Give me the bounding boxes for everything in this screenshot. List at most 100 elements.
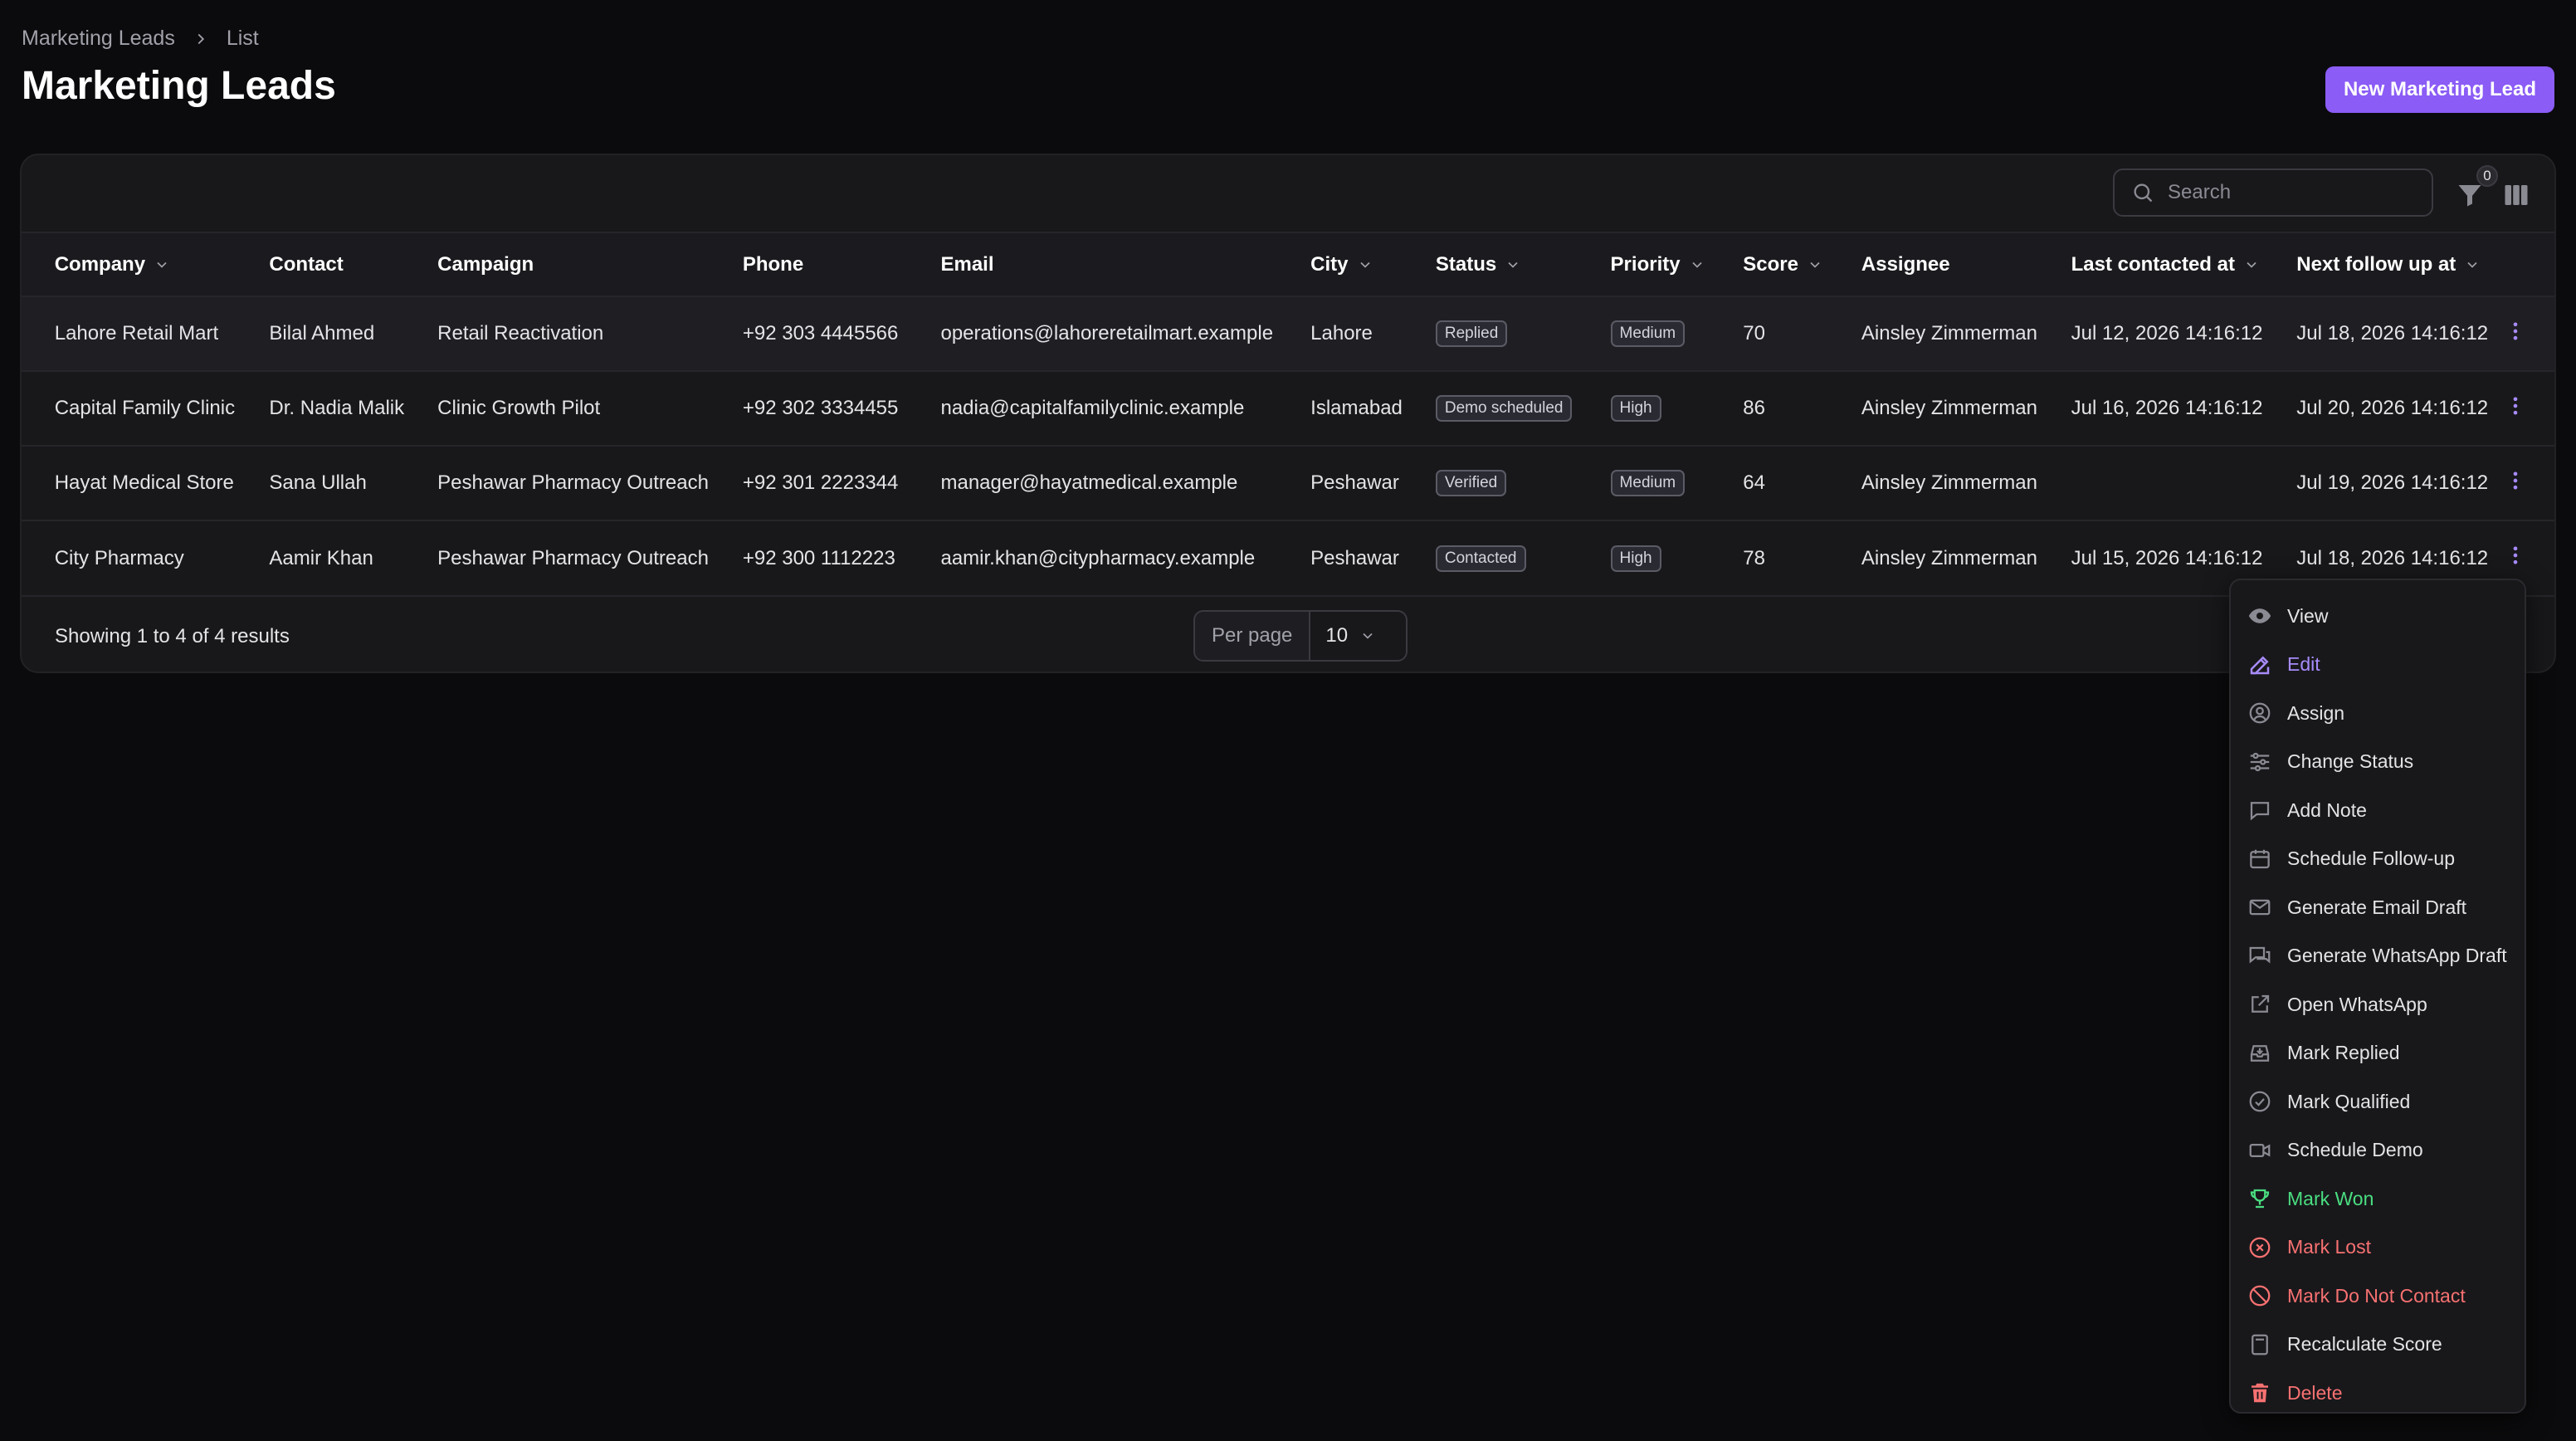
calculator-icon	[2252, 1334, 2268, 1356]
menu-item-label: Change Status	[2287, 750, 2414, 773]
menu-item-generate-whatsapp-draft[interactable]: Generate WhatsApp Draft	[2231, 932, 2525, 981]
cell-score: 64	[1743, 471, 1765, 494]
cell-city: Lahore	[1310, 322, 1373, 344]
menu-item-label: Generate Email Draft	[2287, 896, 2467, 918]
cell-score: 78	[1743, 546, 1765, 569]
menu-item-label: Edit	[2287, 653, 2320, 676]
per-page-label: Per page	[1195, 612, 1311, 660]
cell-email: manager@hayatmedical.example	[940, 471, 1238, 494]
cell-priority: Medium	[1610, 296, 1744, 371]
columns-icon[interactable]	[2501, 180, 2531, 210]
menu-item-delete[interactable]: Delete	[2231, 1369, 2525, 1418]
cell-next-follow-up: Jul 20, 2026 14:16:12	[2296, 397, 2489, 419]
column-header-status[interactable]: Status	[1436, 233, 1611, 296]
more-vertical-icon[interactable]	[2504, 394, 2527, 418]
cell-city: Peshawar	[1310, 546, 1399, 569]
column-header-priority[interactable]: Priority	[1611, 233, 1744, 296]
calendar-icon	[2250, 849, 2270, 868]
column-header-score[interactable]: Score	[1743, 233, 1861, 296]
menu-item-label: Mark Lost	[2287, 1236, 2371, 1258]
priority-badge: Medium	[1610, 320, 1686, 347]
column-header-campaign: Campaign	[437, 252, 534, 276]
row-actions-menu: View Edit Assign Change Status Add Note …	[2229, 579, 2526, 1414]
menu-item-schedule-follow-up[interactable]: Schedule Follow-up	[2231, 835, 2525, 884]
page: Marketing Leads List Marketing Leads New…	[0, 0, 2576, 1441]
table-row[interactable]: City Pharmacy Aamir Khan Peshawar Pharma…	[22, 520, 2554, 595]
cell-campaign: Retail Reactivation	[437, 322, 604, 344]
column-header-city[interactable]: City	[1310, 233, 1436, 296]
table-footer: Showing 1 to 4 of 4 results Per page 10	[22, 595, 2554, 672]
cell-next-follow-up: Jul 18, 2026 14:16:12	[2296, 322, 2489, 344]
menu-item-mark-qualified[interactable]: Mark Qualified	[2231, 1077, 2525, 1126]
cell-city: Islamabad	[1310, 397, 1403, 419]
cell-status: Verified	[1435, 446, 1611, 520]
more-vertical-icon[interactable]	[2504, 469, 2527, 492]
cell-email: aamir.khan@citypharmacy.example	[940, 546, 1256, 569]
menu-item-mark-lost[interactable]: Mark Lost	[2231, 1224, 2525, 1272]
chevron-down-icon	[2247, 261, 2256, 268]
status-badge: Replied	[1435, 320, 1508, 347]
menu-item-label: Mark Won	[2287, 1187, 2374, 1209]
no-symbol-icon	[2249, 1285, 2271, 1307]
cell-next-follow-up: Jul 19, 2026 14:16:12	[2296, 471, 2489, 494]
cell-email: operations@lahoreretailmart.example	[940, 322, 1274, 344]
per-page-value-select[interactable]: 10	[1310, 612, 1376, 660]
cell-status: Contacted	[1435, 520, 1611, 595]
menu-item-change-status[interactable]: Change Status	[2231, 738, 2525, 787]
cell-last-contacted	[2071, 446, 2297, 520]
priority-badge: High	[1610, 545, 1661, 572]
menu-item-add-note[interactable]: Add Note	[2231, 786, 2525, 835]
table-row[interactable]: Hayat Medical Store Sana Ullah Peshawar …	[22, 446, 2554, 520]
search-icon	[2134, 183, 2153, 203]
column-header-company[interactable]: Company	[55, 233, 270, 296]
cell-phone: +92 302 3334455	[742, 397, 899, 419]
filter-count-badge: 0	[2476, 165, 2498, 187]
chevron-down-icon	[157, 261, 167, 268]
table-row[interactable]: Capital Family Clinic Dr. Nadia Malik Cl…	[22, 371, 2554, 446]
menu-item-assign[interactable]: Assign	[2231, 689, 2525, 738]
more-vertical-icon[interactable]	[2504, 320, 2527, 343]
menu-item-generate-email-draft[interactable]: Generate Email Draft	[2231, 883, 2525, 932]
cell-status: Replied	[1435, 296, 1611, 371]
cell-score: 86	[1743, 397, 1765, 419]
status-badge: Verified	[1435, 470, 1507, 496]
trash-icon	[2252, 1384, 2268, 1403]
menu-item-schedule-demo[interactable]: Schedule Demo	[2231, 1126, 2525, 1175]
table-row[interactable]: Lahore Retail Mart Bilal Ahmed Retail Re…	[22, 296, 2554, 371]
column-header-assignee: Assignee	[1861, 252, 1950, 276]
menu-item-open-whatsapp[interactable]: Open WhatsApp	[2231, 980, 2525, 1029]
cell-assignee: Ainsley Zimmerman	[1861, 322, 2037, 344]
per-page-select[interactable]: Per page 10	[1193, 610, 1408, 662]
column-header-phone: Phone	[742, 252, 804, 276]
menu-item-mark-do-not-contact[interactable]: Mark Do Not Contact	[2231, 1272, 2525, 1321]
cell-phone: +92 300 1112223	[742, 546, 895, 569]
column-header-last-contacted[interactable]: Last contacted at	[2071, 233, 2297, 296]
table-header-row: Company Contact Campaign Phone Email Cit…	[22, 233, 2554, 296]
menu-item-label: Generate WhatsApp Draft	[2287, 945, 2507, 967]
menu-item-mark-won[interactable]: Mark Won	[2231, 1175, 2525, 1224]
menu-item-view[interactable]: View	[2231, 592, 2525, 641]
menu-item-edit[interactable]: Edit	[2231, 641, 2525, 690]
chevron-down-icon	[1810, 261, 1820, 268]
leads-table: Company Contact Campaign Phone Email Cit…	[22, 233, 2554, 595]
search-box[interactable]	[2113, 169, 2433, 217]
menu-item-recalculate-score[interactable]: Recalculate Score	[2231, 1321, 2525, 1370]
column-header-next-follow-up[interactable]: Next follow up at	[2296, 233, 2504, 296]
breadcrumb-root-link[interactable]: Marketing Leads	[22, 27, 175, 51]
cell-status: Demo scheduled	[1435, 371, 1611, 446]
cell-campaign: Clinic Growth Pilot	[437, 397, 601, 419]
search-input[interactable]	[2168, 181, 2417, 204]
cell-score: 70	[1743, 322, 1765, 344]
menu-item-label: Delete	[2287, 1381, 2343, 1404]
new-marketing-lead-button[interactable]: New Marketing Lead	[2325, 66, 2554, 113]
cell-phone: +92 303 4445566	[742, 322, 899, 344]
pencil-square-icon	[2250, 656, 2270, 674]
more-vertical-icon[interactable]	[2504, 544, 2527, 567]
menu-item-label: Schedule Follow-up	[2287, 848, 2456, 870]
cell-campaign: Peshawar Pharmacy Outreach	[437, 546, 709, 569]
menu-item-label: Mark Qualified	[2287, 1090, 2411, 1112]
cell-contact: Aamir Khan	[269, 546, 373, 569]
menu-item-label: Mark Replied	[2287, 1042, 2400, 1064]
menu-item-mark-replied[interactable]: Mark Replied	[2231, 1029, 2525, 1078]
priority-badge: High	[1610, 395, 1661, 422]
